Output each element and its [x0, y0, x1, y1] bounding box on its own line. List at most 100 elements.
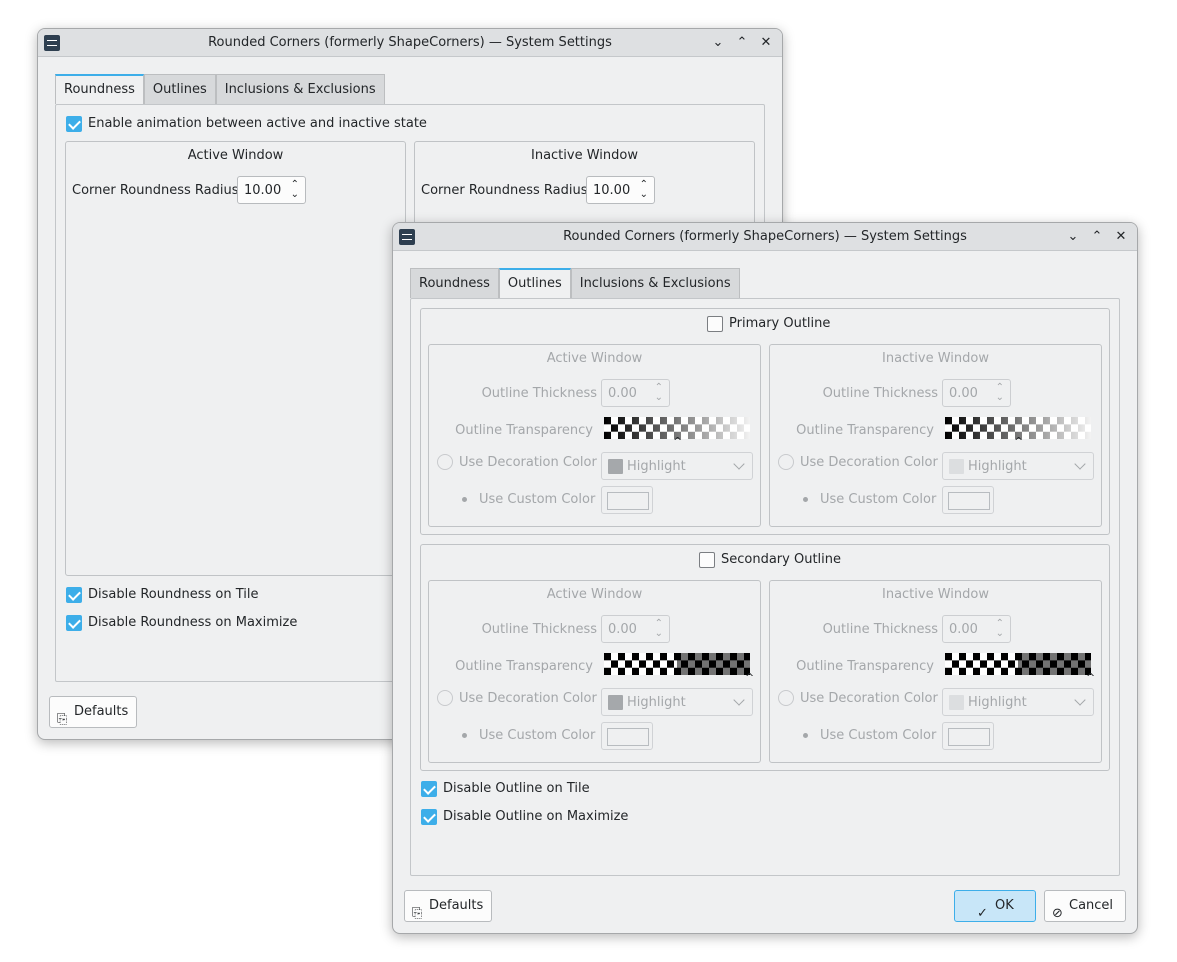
titlebar[interactable]: Rounded Corners (formerly ShapeCorners) … [38, 29, 782, 57]
custom-color-radio[interactable] [803, 733, 808, 738]
decoration-color-radio[interactable] [778, 690, 794, 706]
chevron-down-icon [733, 458, 745, 470]
spin-down-icon[interactable]: ⌄ [996, 629, 1004, 639]
spin-down-icon[interactable]: ⌄ [655, 393, 663, 403]
cancel-icon: ⊘ [1052, 906, 1063, 921]
secondary-outline-checkbox[interactable] [699, 552, 715, 568]
spin-down-icon[interactable]: ⌄ [996, 393, 1004, 403]
custom-color-label: Use Custom Color [479, 728, 596, 743]
combo-text: Highlight [627, 695, 686, 710]
checkmark-icon: ✓ [977, 906, 988, 921]
thickness-label: Outline Thickness [481, 622, 597, 637]
thickness-label: Outline Thickness [822, 386, 938, 401]
spin-value: 0.00 [608, 386, 637, 401]
slider-handle-icon[interactable]: ^ [1086, 671, 1095, 684]
custom-color-button[interactable] [942, 722, 994, 750]
secondary-active-group: Active Window Outline Thickness 0.00 ⌃ ⌄… [428, 580, 761, 763]
spin-down-icon[interactable]: ⌄ [640, 190, 648, 200]
decoration-color-radio[interactable] [437, 454, 453, 470]
spin-value: 0.00 [949, 386, 978, 401]
slider-handle-icon[interactable]: ^ [1014, 435, 1023, 448]
decoration-color-combo[interactable]: Highlight [942, 688, 1094, 716]
group-title: Active Window [187, 148, 284, 163]
enable-animation-checkbox[interactable] [66, 116, 82, 132]
tab-roundness[interactable]: Roundness [55, 74, 144, 104]
defaults-button[interactable]: ⎘ Defaults [404, 890, 493, 922]
close-icon[interactable]: ✕ [756, 33, 776, 53]
decoration-color-combo[interactable]: Highlight [942, 452, 1094, 480]
spin-down-icon[interactable]: ⌄ [291, 190, 299, 200]
custom-color-label: Use Custom Color [820, 492, 937, 507]
minimize-icon[interactable]: ⌄ [708, 33, 728, 53]
primary-outline-checkbox[interactable] [707, 316, 723, 332]
decoration-color-label: Use Decoration Color [459, 455, 597, 470]
disable-roundness-tile-label: Disable Roundness on Tile [88, 587, 259, 602]
slider-handle-icon[interactable]: ^ [673, 435, 682, 448]
decoration-color-label: Use Decoration Color [459, 691, 597, 706]
custom-color-radio[interactable] [803, 497, 808, 502]
group-title: Inactive Window [882, 587, 989, 602]
secondary-outline-label: Secondary Outline [721, 552, 842, 567]
transparency-label: Outline Transparency [455, 659, 593, 674]
titlebar[interactable]: Rounded Corners (formerly ShapeCorners) … [393, 223, 1137, 251]
disable-outline-tile-checkbox[interactable] [421, 781, 437, 797]
defaults-label: Defaults [74, 704, 129, 719]
secondary-inactive-group: Inactive Window Outline Thickness 0.00 ⌃… [769, 580, 1102, 763]
custom-color-button[interactable] [942, 486, 994, 514]
custom-color-button[interactable] [601, 486, 653, 514]
radius-label: Corner Roundness Radius [72, 183, 239, 198]
maximize-icon[interactable]: ⌃ [1087, 227, 1107, 247]
primary-outline-label: Primary Outline [729, 316, 831, 331]
decoration-color-combo[interactable]: Highlight [601, 452, 753, 480]
tab-outlines[interactable]: Outlines [498, 268, 571, 298]
primary-inactive-group: Inactive Window Outline Thickness 0.00 ⌃… [769, 344, 1102, 527]
disable-outline-maximize-label: Disable Outline on Maximize [443, 809, 629, 824]
defaults-button[interactable]: ⎘ Defaults [49, 696, 138, 728]
thickness-spinbox[interactable]: 0.00 ⌃ ⌄ [601, 615, 670, 643]
thickness-spinbox[interactable]: 0.00 ⌃ ⌄ [942, 615, 1011, 643]
combo-text: Highlight [968, 695, 1027, 710]
cancel-label: Cancel [1069, 898, 1114, 913]
decoration-color-radio[interactable] [778, 454, 794, 470]
combo-text: Highlight [627, 459, 686, 474]
minimize-icon[interactable]: ⌄ [1063, 227, 1083, 247]
window-title: Rounded Corners (formerly ShapeCorners) … [208, 35, 612, 50]
active-radius-spinbox[interactable]: 10.00 ⌃ ⌄ [237, 176, 306, 204]
inactive-radius-spinbox[interactable]: 10.00 ⌃ ⌄ [586, 176, 655, 204]
transparency-label: Outline Transparency [796, 423, 934, 438]
chevron-down-icon [1074, 694, 1086, 706]
defaults-label: Defaults [429, 898, 484, 913]
ok-label: OK [995, 898, 1014, 913]
primary-outline-group: Primary Outline Active Window Outline Th… [420, 308, 1110, 535]
thickness-spinbox[interactable]: 0.00 ⌃ ⌄ [601, 379, 670, 407]
disable-roundness-maximize-checkbox[interactable] [66, 615, 82, 631]
group-title: Inactive Window [882, 351, 989, 366]
decoration-color-label: Use Decoration Color [800, 691, 938, 706]
disable-roundness-tile-checkbox[interactable] [66, 587, 82, 603]
close-icon[interactable]: ✕ [1111, 227, 1131, 247]
thickness-spinbox[interactable]: 0.00 ⌃ ⌄ [942, 379, 1011, 407]
spin-value: 0.00 [949, 622, 978, 637]
spin-down-icon[interactable]: ⌄ [655, 629, 663, 639]
decoration-color-radio[interactable] [437, 690, 453, 706]
decoration-color-combo[interactable]: Highlight [601, 688, 753, 716]
transparency-slider[interactable] [604, 653, 750, 675]
tab-inclusions-exclusions[interactable]: Inclusions & Exclusions [215, 74, 385, 104]
ok-button[interactable]: ✓ OK [954, 890, 1036, 922]
custom-color-button[interactable] [601, 722, 653, 750]
maximize-icon[interactable]: ⌃ [732, 33, 752, 53]
disable-outline-tile-label: Disable Outline on Tile [443, 781, 590, 796]
tab-roundness[interactable]: Roundness [410, 268, 499, 298]
tab-outlines[interactable]: Outlines [143, 74, 216, 104]
active-window-group: Active Window Corner Roundness Radius 10… [65, 141, 406, 576]
disable-outline-maximize-checkbox[interactable] [421, 809, 437, 825]
tab-inclusions-exclusions[interactable]: Inclusions & Exclusions [570, 268, 740, 298]
chevron-down-icon [733, 694, 745, 706]
custom-color-radio[interactable] [462, 497, 467, 502]
custom-color-radio[interactable] [462, 733, 467, 738]
slider-handle-icon[interactable]: ^ [745, 671, 754, 684]
transparency-slider[interactable] [945, 653, 1091, 675]
enable-animation-label: Enable animation between active and inac… [88, 116, 427, 131]
cancel-button[interactable]: ⊘ Cancel [1044, 890, 1126, 922]
thickness-label: Outline Thickness [481, 386, 597, 401]
